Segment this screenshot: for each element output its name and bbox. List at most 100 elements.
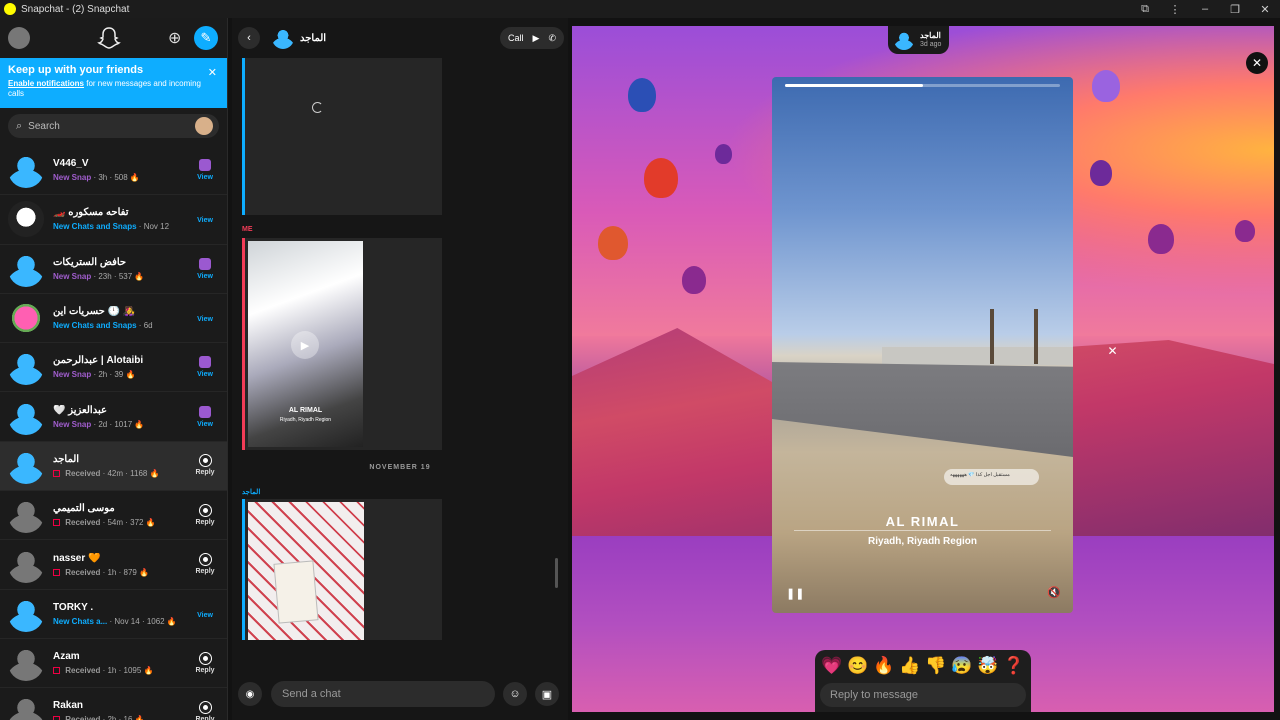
send-chat-input[interactable]: Send a chat — [271, 681, 495, 707]
location-title: AL RIMAL — [885, 514, 960, 529]
friend-action-button[interactable]: Reply — [193, 454, 217, 476]
friend-action-button[interactable]: View — [193, 257, 217, 280]
story-time-ago: 3d ago — [920, 41, 942, 48]
emoji-icon[interactable]: ☺ — [503, 682, 527, 706]
reaction-emoji[interactable]: 👎 — [925, 656, 946, 676]
reaction-row: 💗 😊 🔥 👍 👎 😰 🤯 ❓ — [815, 650, 1031, 676]
friend-row[interactable]: 🏎️ تفاحه مسكوره New Chats and Snaps · No… — [0, 195, 227, 245]
sender-label: الماجد — [242, 489, 261, 496]
mute-icon[interactable]: 🔇 — [1047, 586, 1061, 599]
snapchat-ghost-icon[interactable] — [97, 26, 121, 50]
friend-avatar[interactable] — [8, 546, 44, 583]
reply-input[interactable]: Reply to message — [820, 683, 1026, 707]
chat-name[interactable]: الماجد — [300, 33, 326, 44]
received-snap-icon — [53, 568, 60, 576]
back-button[interactable]: ‹ — [238, 27, 260, 49]
friend-action-button[interactable]: View — [193, 405, 217, 428]
friend-status: New Snap · 3h · 508 🔥 — [53, 173, 140, 183]
reaction-emoji[interactable]: 👍 — [899, 656, 920, 676]
friend-row[interactable]: حافض الستريكات New Snap · 23h · 537 🔥 Vi… — [0, 245, 227, 294]
friend-row[interactable]: TORKY . New Chats a... · Nov 14 · 1062 🔥… — [0, 590, 227, 639]
media-icon[interactable]: ▣ — [535, 682, 559, 706]
friend-action-button[interactable]: Reply — [193, 553, 217, 575]
new-chat-button[interactable]: ✎ — [194, 26, 218, 50]
friend-action-button[interactable]: View — [193, 313, 217, 323]
friend-row[interactable]: V446_V New Snap · 3h · 508 🔥 View — [0, 146, 227, 196]
friend-avatar[interactable] — [8, 645, 44, 682]
reaction-emoji[interactable]: 💗 — [821, 656, 842, 676]
banner-close-icon[interactable]: ✕ — [208, 66, 217, 79]
friend-avatar[interactable] — [8, 398, 44, 435]
friend-avatar[interactable] — [8, 595, 44, 632]
pause-icon[interactable]: ❚❚ — [786, 587, 804, 600]
maximize-button[interactable]: ❐ — [1220, 3, 1250, 16]
friend-row[interactable]: Azam Received · 1h · 1095 🔥 Reply — [0, 639, 227, 689]
friend-row[interactable]: عبدالرحمن | Alotaibi New Snap · 2h · 39 … — [0, 343, 227, 393]
friend-action-button[interactable]: View — [193, 159, 217, 181]
search-placeholder: Search — [28, 120, 60, 132]
friend-row[interactable]: 🤍 عبدالعزيز New Snap · 2d · 1017 🔥 View — [0, 392, 227, 442]
snap-icon — [199, 356, 211, 369]
more-icon[interactable]: ⋮ — [1160, 3, 1190, 16]
friend-avatar[interactable] — [8, 694, 44, 720]
friend-avatar[interactable] — [8, 447, 44, 484]
thumb-caption: AL RIMAL — [288, 407, 323, 414]
friend-row[interactable]: nasser 🧡 Received · 1h · 879 🔥 Reply — [0, 540, 227, 590]
friend-name: الماجد — [53, 453, 80, 465]
friend-action-button[interactable]: View — [193, 356, 217, 378]
friend-action-button[interactable]: Reply — [193, 700, 217, 720]
reaction-emoji[interactable]: 😰 — [951, 656, 972, 676]
video-call-icon[interactable]: ▶ — [533, 33, 540, 44]
photo-thumbnail[interactable] — [248, 502, 364, 640]
video-thumbnail[interactable]: ▶ AL RIMAL Riyadh, Riyadh Region — [248, 241, 363, 447]
friend-avatar[interactable] — [8, 152, 44, 189]
story-user-chip[interactable]: الماجد 3d ago — [888, 26, 950, 54]
friend-avatar[interactable] — [8, 349, 44, 386]
extensions-icon[interactable]: ⧉ — [1130, 3, 1160, 16]
chat-avatar[interactable] — [272, 27, 294, 49]
friend-avatar[interactable] — [8, 497, 44, 534]
my-avatar[interactable] — [8, 27, 30, 49]
enable-notifications-link[interactable]: Enable notifications — [8, 79, 84, 88]
friend-action-button[interactable]: View — [193, 609, 217, 619]
balloon-icon — [715, 144, 732, 164]
reaction-emoji[interactable]: ❓ — [1003, 656, 1024, 676]
chat-scrollbar[interactable] — [555, 558, 558, 588]
close-viewer-button[interactable]: ✕ — [1246, 52, 1268, 74]
friend-row[interactable]: Rakan Received · 2h · 16 🔥 Reply — [0, 688, 227, 720]
bitmoji-icon[interactable] — [195, 117, 213, 135]
add-friend-icon[interactable]: ⊕ — [168, 28, 181, 48]
close-window-button[interactable]: ✕ — [1250, 3, 1280, 16]
media-message[interactable] — [242, 499, 442, 640]
streak-count: 537 🔥 — [118, 271, 145, 281]
camera-icon[interactable]: ◉ — [238, 682, 262, 706]
friend-status: New Chats a... · Nov 14 · 1062 🔥 — [53, 616, 177, 626]
friend-action-button[interactable]: Reply — [193, 503, 217, 526]
dismiss-icon[interactable]: ✕ — [1105, 344, 1120, 359]
friend-avatar[interactable] — [8, 300, 44, 337]
minimize-button[interactable]: – — [1190, 3, 1220, 16]
snap-media[interactable]: مستقبل اجل كذا 💎 ههههههه AL RIMAL Riyadh… — [772, 77, 1073, 613]
sidebar: ⊕ ✎ Keep up with your friends Enable not… — [0, 18, 228, 720]
friend-avatar[interactable] — [8, 201, 44, 238]
friend-action-button[interactable]: Reply — [193, 651, 217, 674]
camera-icon — [198, 503, 212, 517]
friend-status: New Snap · 23h · 537 🔥 — [53, 271, 145, 281]
friend-row[interactable]: موسى التميمي Received · 54m · 372 🔥 Repl… — [0, 491, 227, 541]
play-icon[interactable]: ▶ — [291, 331, 319, 359]
friend-row[interactable]: حسريات اين 🕛 👩‍🎤 New Chats and Snaps · 6… — [0, 294, 227, 344]
call-button[interactable]: Call ▶ ✆ — [500, 27, 564, 49]
media-message[interactable] — [242, 58, 442, 215]
friend-action-button[interactable]: View — [193, 214, 217, 224]
friend-name: عبدالرحمن | Alotaibi — [53, 355, 144, 367]
phone-icon[interactable]: ✆ — [548, 33, 556, 44]
camera-icon — [198, 553, 212, 567]
search-input[interactable]: ⌕ Search — [8, 114, 219, 138]
friend-avatar[interactable] — [8, 250, 44, 287]
friend-row[interactable]: الماجد Received · 42m · 1168 🔥 Reply — [0, 441, 227, 492]
media-message[interactable]: ▶ AL RIMAL Riyadh, Riyadh Region — [242, 238, 442, 450]
reaction-emoji[interactable]: 😊 — [847, 656, 868, 676]
friend-status: Received · 2h · 16 🔥 — [53, 715, 193, 720]
reaction-emoji[interactable]: 🤯 — [977, 656, 998, 676]
reaction-emoji[interactable]: 🔥 — [873, 656, 894, 676]
